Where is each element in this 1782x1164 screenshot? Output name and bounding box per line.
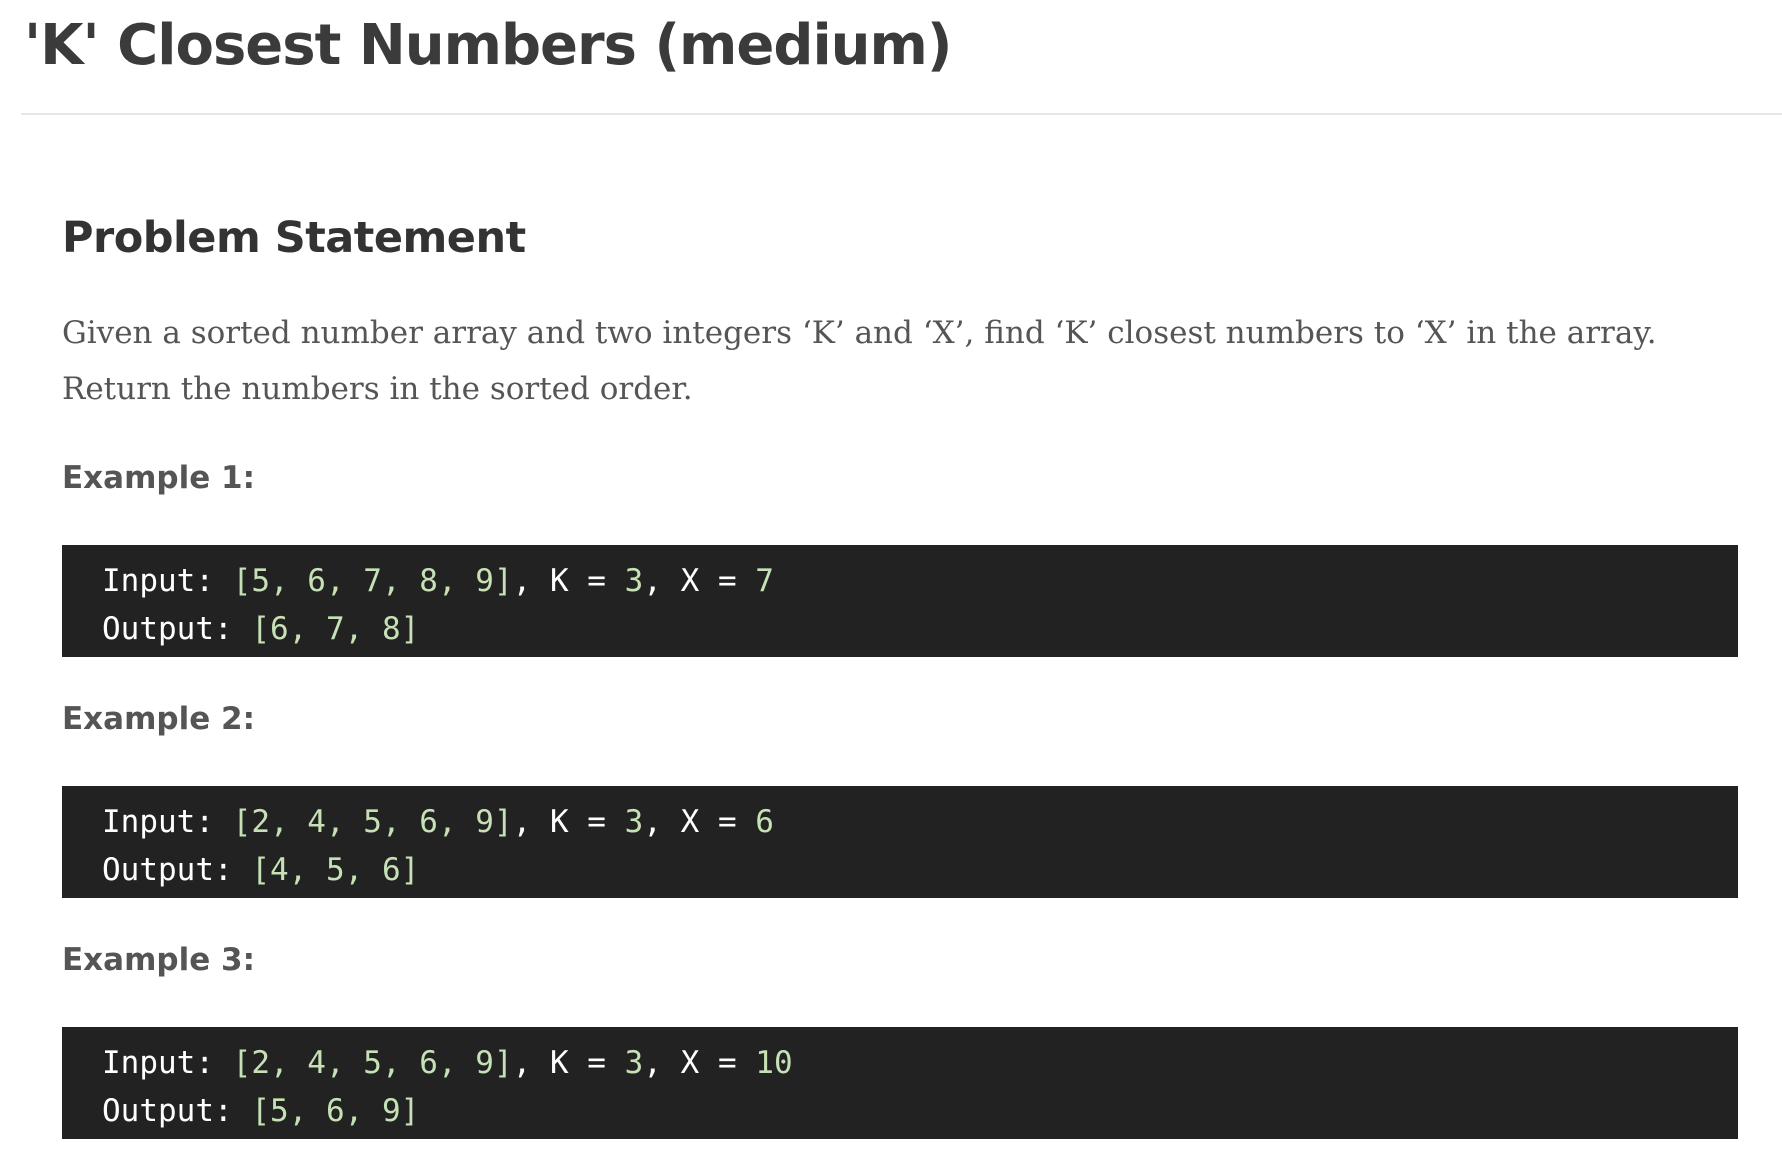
- example-2-output-label: Output:: [102, 852, 233, 888]
- example-1-x-label: X =: [680, 563, 737, 599]
- example-1-heading: Example 1:: [62, 460, 255, 496]
- example-3-output-line: Output: [5, 6, 9]: [102, 1087, 1738, 1135]
- example-3-input-array: [2, 4, 5, 6, 9]: [232, 1045, 513, 1081]
- example-2-input-label: Input:: [102, 804, 214, 840]
- example-3-x-label: X =: [680, 1045, 737, 1081]
- example-1-output-value: [6, 7, 8]: [251, 611, 420, 647]
- example-2-x-value: 6: [755, 804, 774, 840]
- example-3-code-block: Input: [2, 4, 5, 6, 9], K = 3, X = 10 Ou…: [62, 1027, 1738, 1139]
- example-2-x-label: X =: [680, 804, 737, 840]
- example-2-heading: Example 2:: [62, 701, 255, 737]
- title-divider: [21, 113, 1782, 115]
- example-1-x-value: 7: [755, 563, 774, 599]
- example-3-k-value: 3: [624, 1045, 644, 1081]
- example-3-output-label: Output:: [102, 1093, 233, 1129]
- problem-statement-text: Given a sorted number array and two inte…: [62, 305, 1742, 417]
- example-3-heading: Example 3:: [62, 942, 255, 978]
- example-3-k-label: K =: [549, 1045, 606, 1081]
- example-3-x-value: 10: [755, 1045, 793, 1081]
- example-1-code-block: Input: [5, 6, 7, 8, 9], K = 3, X = 7 Out…: [62, 545, 1738, 657]
- problem-statement-heading: Problem Statement: [62, 213, 526, 263]
- page-title: 'K' Closest Numbers (medium): [24, 13, 952, 78]
- example-2-output-line: Output: [4, 5, 6]: [102, 846, 1738, 894]
- example-1-output-label: Output:: [102, 611, 233, 647]
- example-2-input-array: [2, 4, 5, 6, 9]: [232, 804, 513, 840]
- example-2-k-value: 3: [624, 804, 644, 840]
- example-1-input-line: Input: [5, 6, 7, 8, 9], K = 3, X = 7: [102, 563, 774, 599]
- example-3-input-line: Input: [2, 4, 5, 6, 9], K = 3, X = 10: [102, 1045, 793, 1081]
- example-1-k-value: 3: [624, 563, 644, 599]
- problem-statement-line-2: Return the numbers in the sorted order.: [62, 371, 693, 407]
- example-1-input-array: [5, 6, 7, 8, 9]: [232, 563, 513, 599]
- problem-statement-line-1: Given a sorted number array and two inte…: [62, 315, 1657, 351]
- example-1-output-line: Output: [6, 7, 8]: [102, 605, 1738, 653]
- example-1-k-label: K =: [549, 563, 606, 599]
- example-1-input-label: Input:: [102, 563, 214, 599]
- example-2-code-block: Input: [2, 4, 5, 6, 9], K = 3, X = 6 Out…: [62, 786, 1738, 898]
- example-2-k-label: K =: [549, 804, 606, 840]
- example-3-output-value: [5, 6, 9]: [251, 1093, 420, 1129]
- example-3-input-label: Input:: [102, 1045, 214, 1081]
- example-2-output-value: [4, 5, 6]: [251, 852, 420, 888]
- example-2-input-line: Input: [2, 4, 5, 6, 9], K = 3, X = 6: [102, 804, 774, 840]
